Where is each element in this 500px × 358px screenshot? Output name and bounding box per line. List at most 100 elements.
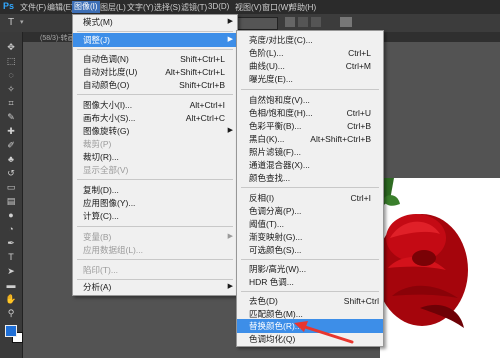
pen-tool-icon[interactable]: ✒: [4, 238, 18, 248]
menu-divider: [77, 226, 233, 227]
menu-item-label: 黑白(K)...: [249, 134, 285, 144]
menu-item-trim[interactable]: 裁切(R)...: [73, 150, 237, 164]
align-center-icon[interactable]: [298, 17, 308, 27]
healing-brush-icon[interactable]: ✚: [4, 126, 18, 136]
move-tool-icon[interactable]: ✥: [4, 42, 18, 52]
menu-item-image-rotation[interactable]: 图像旋转(G) ▶: [73, 124, 237, 138]
hand-tool-icon[interactable]: ✋: [4, 294, 18, 304]
menu-divider: [77, 31, 233, 32]
submenu-item-posterize[interactable]: 色调分离(P)...: [237, 204, 383, 218]
menu-item-label: 图像旋转(G): [83, 126, 130, 136]
document-canvas[interactable]: [380, 178, 500, 358]
submenu-item-black-white[interactable]: 黑白(K)... Alt+Shift+Ctrl+B: [237, 132, 383, 146]
menu-divider: [241, 291, 379, 292]
submenu-item-color-lookup[interactable]: 颜色查找...: [237, 171, 383, 185]
menu-item-calculations[interactable]: 计算(C)...: [73, 209, 237, 223]
submenu-item-hdr-toning[interactable]: HDR 色调...: [237, 275, 383, 289]
menu-item-label: 去色(D): [249, 296, 278, 306]
font-size-field[interactable]: [232, 17, 278, 30]
menu-item-mode[interactable]: 模式(M) ▶: [73, 15, 237, 29]
menu-item-apply-image[interactable]: 应用图像(Y)...: [73, 196, 237, 210]
eraser-icon[interactable]: ▭: [4, 182, 18, 192]
submenu-item-curves[interactable]: 曲线(U)... Ctrl+M: [237, 59, 383, 73]
blur-tool-icon[interactable]: ●: [4, 210, 18, 220]
clone-stamp-icon[interactable]: ♣: [4, 154, 18, 164]
menu-item-analysis[interactable]: 分析(A) ▶: [73, 280, 237, 294]
menu-item-image-size[interactable]: 图像大小(I)... Alt+Ctrl+I: [73, 98, 237, 112]
submenu-item-threshold[interactable]: 阈值(T)...: [237, 217, 383, 231]
menu-type[interactable]: 文字(Y): [127, 2, 154, 13]
submenu-item-exposure[interactable]: 曝光度(E)...: [237, 72, 383, 86]
menu-file[interactable]: 文件(F): [20, 2, 46, 13]
menu-item-shortcut: Ctrl+M: [345, 61, 371, 71]
magic-wand-icon[interactable]: ✧: [4, 84, 18, 94]
menu-window[interactable]: 窗口(W): [262, 2, 291, 13]
path-select-icon[interactable]: ➤: [4, 266, 18, 276]
menu-item-label: 颜色查找...: [249, 173, 291, 183]
menu-item-shortcut: Alt+Ctrl+I: [189, 100, 225, 110]
menu-item-label: 色调均化(Q): [249, 334, 296, 344]
submenu-item-gradient-map[interactable]: 渐变映射(G)...: [237, 230, 383, 244]
align-left-icon[interactable]: [285, 17, 295, 27]
dodge-tool-icon[interactable]: ◔: [4, 224, 18, 234]
shape-tool-icon[interactable]: ▬: [4, 280, 18, 290]
menu-item-label: 画布大小(S)...: [83, 113, 136, 123]
submenu-item-selective-color[interactable]: 可选颜色(S)...: [237, 243, 383, 257]
submenu-item-levels[interactable]: 色阶(L)... Ctrl+L: [237, 46, 383, 60]
submenu-item-channel-mixer[interactable]: 通道混合器(X)...: [237, 158, 383, 172]
submenu-item-vibrance[interactable]: 自然饱和度(V)...: [237, 93, 383, 107]
menu-view[interactable]: 视图(V): [235, 2, 262, 13]
menu-divider: [241, 89, 379, 90]
zoom-tool-icon[interactable]: ⚲: [4, 308, 18, 318]
menu-item-apply-data-set: 应用数据组(L)...: [73, 243, 237, 257]
menu-select[interactable]: 选择(S): [154, 2, 181, 13]
menu-item-label: 自动色调(N): [83, 54, 129, 64]
submenu-item-brightness-contrast[interactable]: 亮度/对比度(C)...: [237, 33, 383, 47]
menu-item-adjustments[interactable]: 调整(J) ▶: [73, 33, 237, 47]
menu-filter[interactable]: 滤镜(T): [181, 2, 207, 13]
menu-layer[interactable]: 图层(L): [100, 2, 126, 13]
menu-item-label: 自动颜色(O): [83, 80, 130, 90]
foreground-color-swatch[interactable]: [5, 325, 17, 337]
align-right-icon[interactable]: [311, 17, 321, 27]
chevron-right-icon: ▶: [227, 283, 233, 290]
chevron-down-icon[interactable]: ▾: [20, 18, 24, 26]
menu-item-label: 色调分离(P)...: [249, 206, 302, 216]
menu-bar: Ps 文件(F) 编辑(E) 图像(I) 图层(L) 文字(Y) 选择(S) 滤…: [0, 0, 500, 14]
adjustments-submenu: 亮度/对比度(C)... 色阶(L)... Ctrl+L 曲线(U)... Ct…: [236, 30, 384, 347]
submenu-item-desaturate[interactable]: 去色(D) Shift+Ctrl: [237, 294, 383, 308]
submenu-item-photo-filter[interactable]: 照片滤镜(F)...: [237, 145, 383, 159]
menu-item-label: 分析(A): [83, 282, 112, 292]
submenu-item-color-balance[interactable]: 色彩平衡(B)... Ctrl+B: [237, 119, 383, 133]
marquee-tool-icon[interactable]: ⬚: [4, 56, 18, 66]
menu-item-auto-contrast[interactable]: 自动对比度(U) Alt+Shift+Ctrl+L: [73, 65, 237, 79]
menu-item-shortcut: Shift+Ctrl: [343, 296, 379, 306]
history-brush-icon[interactable]: ↺: [4, 168, 18, 178]
crop-tool-icon[interactable]: ⌗: [4, 98, 18, 108]
menu-divider: [77, 179, 233, 180]
menu-item-shortcut: Shift+Ctrl+B: [179, 80, 225, 90]
tools-panel: ✥ ⬚ ◌ ✧ ⌗ ✎ ✚ ✐ ♣ ↺ ▭ ▤ ● ◔ ✒ T ➤ ▬ ✋ ⚲: [0, 32, 23, 358]
menu-item-label: 阴影/高光(W)...: [249, 264, 307, 274]
lasso-tool-icon[interactable]: ◌: [4, 70, 18, 80]
menu-item-duplicate[interactable]: 复制(D)...: [73, 183, 237, 197]
menu-edit[interactable]: 编辑(E): [47, 2, 74, 13]
chevron-right-icon: ▶: [227, 127, 233, 134]
eyedropper-icon[interactable]: ✎: [4, 112, 18, 122]
text-color-swatch[interactable]: [340, 17, 352, 27]
menu-item-canvas-size[interactable]: 画布大小(S)... Alt+Ctrl+C: [73, 111, 237, 125]
gradient-tool-icon[interactable]: ▤: [4, 196, 18, 206]
type-tool-icon[interactable]: T: [8, 17, 14, 28]
menu-3d[interactable]: 3D(D): [208, 2, 229, 11]
submenu-item-hue-saturation[interactable]: 色相/饱和度(H)... Ctrl+U: [237, 106, 383, 120]
submenu-item-shadows-highlights[interactable]: 阴影/高光(W)...: [237, 262, 383, 276]
brush-tool-icon[interactable]: ✐: [4, 140, 18, 150]
menu-item-shortcut: Alt+Shift+Ctrl+B: [310, 134, 371, 144]
text-tool-icon[interactable]: T: [4, 252, 18, 262]
menu-item-label: 色阶(L)...: [249, 48, 284, 58]
menu-image[interactable]: 图像(I): [72, 1, 100, 13]
menu-help[interactable]: 帮助(H): [289, 2, 316, 13]
menu-item-auto-tone[interactable]: 自动色调(N) Shift+Ctrl+L: [73, 52, 237, 66]
submenu-item-invert[interactable]: 反相(I) Ctrl+I: [237, 191, 383, 205]
menu-item-auto-color[interactable]: 自动颜色(O) Shift+Ctrl+B: [73, 78, 237, 92]
